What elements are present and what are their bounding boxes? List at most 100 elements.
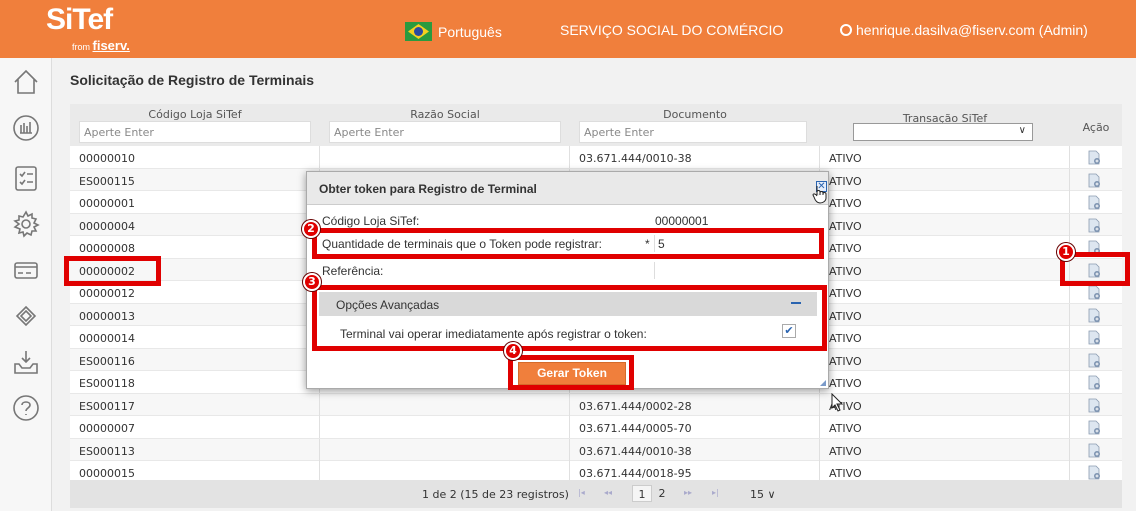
column-divider — [319, 146, 320, 168]
language-label: Português — [438, 23, 502, 40]
column-divider — [819, 393, 820, 416]
request-token-icon[interactable] — [1088, 465, 1101, 480]
column-divider — [1069, 416, 1070, 438]
column-divider — [319, 416, 320, 438]
next-page-button[interactable]: ▸▸ — [684, 488, 692, 497]
table-row[interactable]: 00000010 03.671.444/0010-38 ATIVO — [70, 146, 1122, 169]
column-divider — [1069, 191, 1070, 213]
reference-label: Referência: — [322, 264, 384, 278]
request-token-icon[interactable] — [1088, 375, 1101, 390]
column-divider — [819, 416, 820, 438]
column-divider — [1069, 326, 1070, 348]
diamond-icon[interactable] — [0, 294, 52, 338]
request-token-icon[interactable] — [1088, 195, 1101, 210]
dialog-title-bar[interactable]: Obter token para Registro de Terminal — [307, 172, 828, 205]
page-1-button[interactable]: 1 — [632, 485, 652, 502]
request-token-icon[interactable] — [1088, 173, 1101, 188]
store-code-cell: 00000013 — [79, 309, 135, 323]
store-code-cell: ES000116 — [79, 354, 135, 368]
inbox-download-icon[interactable] — [0, 340, 52, 384]
hand-cursor-icon — [812, 186, 827, 204]
transaction-status-cell: ATIVO — [829, 174, 862, 188]
request-token-icon[interactable] — [1088, 443, 1101, 458]
card-icon[interactable] — [0, 248, 52, 292]
sitef-logo[interactable]: SiTef — [46, 4, 113, 36]
help-icon[interactable] — [0, 386, 52, 430]
language-selector[interactable]: Português — [405, 22, 502, 41]
request-token-icon[interactable] — [1088, 308, 1101, 323]
transaction-status-cell: ATIVO — [829, 287, 862, 300]
column-divider — [319, 393, 320, 416]
prev-page-button[interactable]: ◂◂ — [604, 488, 612, 497]
column-header-store-code[interactable]: Código Loja SiTef — [70, 108, 320, 121]
column-divider — [1069, 438, 1070, 461]
column-divider — [1069, 146, 1070, 168]
transaction-status-cell: ATIVO — [829, 197, 862, 210]
column-divider — [569, 438, 570, 461]
column-header-company-name[interactable]: Razão Social — [320, 108, 570, 121]
company-name[interactable]: SERVIÇO SOCIAL DO COMÉRCIO — [560, 22, 783, 38]
transaction-status-cell: ATIVO — [829, 354, 862, 368]
request-token-icon[interactable] — [1088, 285, 1101, 300]
chart-icon[interactable] — [0, 106, 52, 150]
table-row[interactable]: ES000113 03.671.444/0010-38 ATIVO — [70, 438, 1122, 461]
table-row[interactable]: ES000117 03.671.444/0002-28 ATIVO — [70, 393, 1122, 416]
highlight-generate-button — [508, 355, 634, 390]
transaction-status-cell: ATIVO — [829, 242, 862, 255]
highlight-advanced-options — [312, 285, 827, 351]
request-token-icon[interactable] — [1088, 353, 1101, 368]
document-cell: 03.671.444/0018-95 — [579, 467, 692, 480]
reference-input[interactable] — [658, 264, 808, 280]
column-divider — [1069, 371, 1070, 393]
user-menu[interactable]: henrique.dasilva@fiserv.com (Admin) — [840, 22, 1088, 38]
brazil-flag-icon — [405, 22, 432, 41]
home-icon[interactable] — [0, 60, 52, 104]
store-code-value: 00000001 — [655, 214, 709, 228]
field-divider — [654, 262, 655, 279]
column-header-action: Ação — [1082, 121, 1110, 134]
document-cell: 03.671.444/0010-38 — [579, 152, 692, 165]
resize-handle-icon[interactable] — [820, 380, 826, 386]
gear-icon[interactable] — [0, 202, 52, 246]
transaction-status-cell: ATIVO — [829, 152, 862, 165]
page-2-button[interactable]: 2 — [652, 485, 672, 502]
document-cell: 03.671.444/0010-38 — [579, 444, 692, 458]
document-cell: 03.671.444/0005-70 — [579, 422, 692, 435]
document-filter-input[interactable]: Aperte Enter — [579, 121, 807, 143]
column-divider — [819, 438, 820, 461]
pagination-bar: 1 de 2 (15 de 23 registros) |◂ ◂◂ 1 2 ▸▸… — [70, 480, 1122, 508]
dialog-title: Obter token para Registro de Terminal — [319, 182, 537, 196]
transaction-filter-select[interactable]: ∨ — [853, 123, 1033, 141]
highlight-quantity-field — [312, 228, 824, 259]
store-code-label: Código Loja SiTef: — [322, 214, 420, 228]
transaction-status-cell: ATIVO — [829, 444, 862, 458]
request-token-icon[interactable] — [1088, 218, 1101, 233]
top-header: SiTef from fiserv. Português SERVIÇO SOC… — [0, 0, 1136, 58]
checklist-icon[interactable] — [0, 156, 52, 200]
sidebar — [0, 58, 52, 511]
store-code-cell: 00000007 — [79, 422, 135, 435]
column-header-document[interactable]: Documento — [570, 108, 820, 121]
store-code-cell: ES000113 — [79, 444, 135, 458]
transaction-status-cell: ATIVO — [829, 422, 862, 435]
store-code-cell: 00000004 — [79, 219, 135, 233]
store-code-cell: 00000014 — [79, 332, 135, 345]
transaction-status-cell: ATIVO — [829, 332, 862, 345]
company-name-filter-input[interactable]: Aperte Enter — [329, 121, 561, 143]
last-page-button[interactable]: ▸| — [712, 488, 719, 497]
store-code-cell: ES000118 — [79, 377, 135, 390]
column-divider — [319, 438, 320, 461]
page-size-select[interactable]: 15 ∨ — [750, 488, 776, 501]
table-row[interactable]: 00000007 03.671.444/0005-70 ATIVO — [70, 416, 1122, 439]
column-divider — [1069, 393, 1070, 416]
user-label: henrique.dasilva@fiserv.com (Admin) — [856, 22, 1088, 38]
store-code-filter-input[interactable]: Aperte Enter — [79, 121, 311, 143]
user-icon — [840, 24, 852, 36]
request-token-icon[interactable] — [1088, 330, 1101, 345]
request-token-icon[interactable] — [1088, 150, 1101, 165]
arrow-cursor-icon — [831, 393, 844, 412]
request-token-icon[interactable] — [1088, 398, 1101, 413]
request-token-icon[interactable] — [1088, 420, 1101, 435]
pagination-summary: 1 de 2 (15 de 23 registros) — [422, 488, 569, 501]
first-page-button[interactable]: |◂ — [578, 488, 585, 497]
